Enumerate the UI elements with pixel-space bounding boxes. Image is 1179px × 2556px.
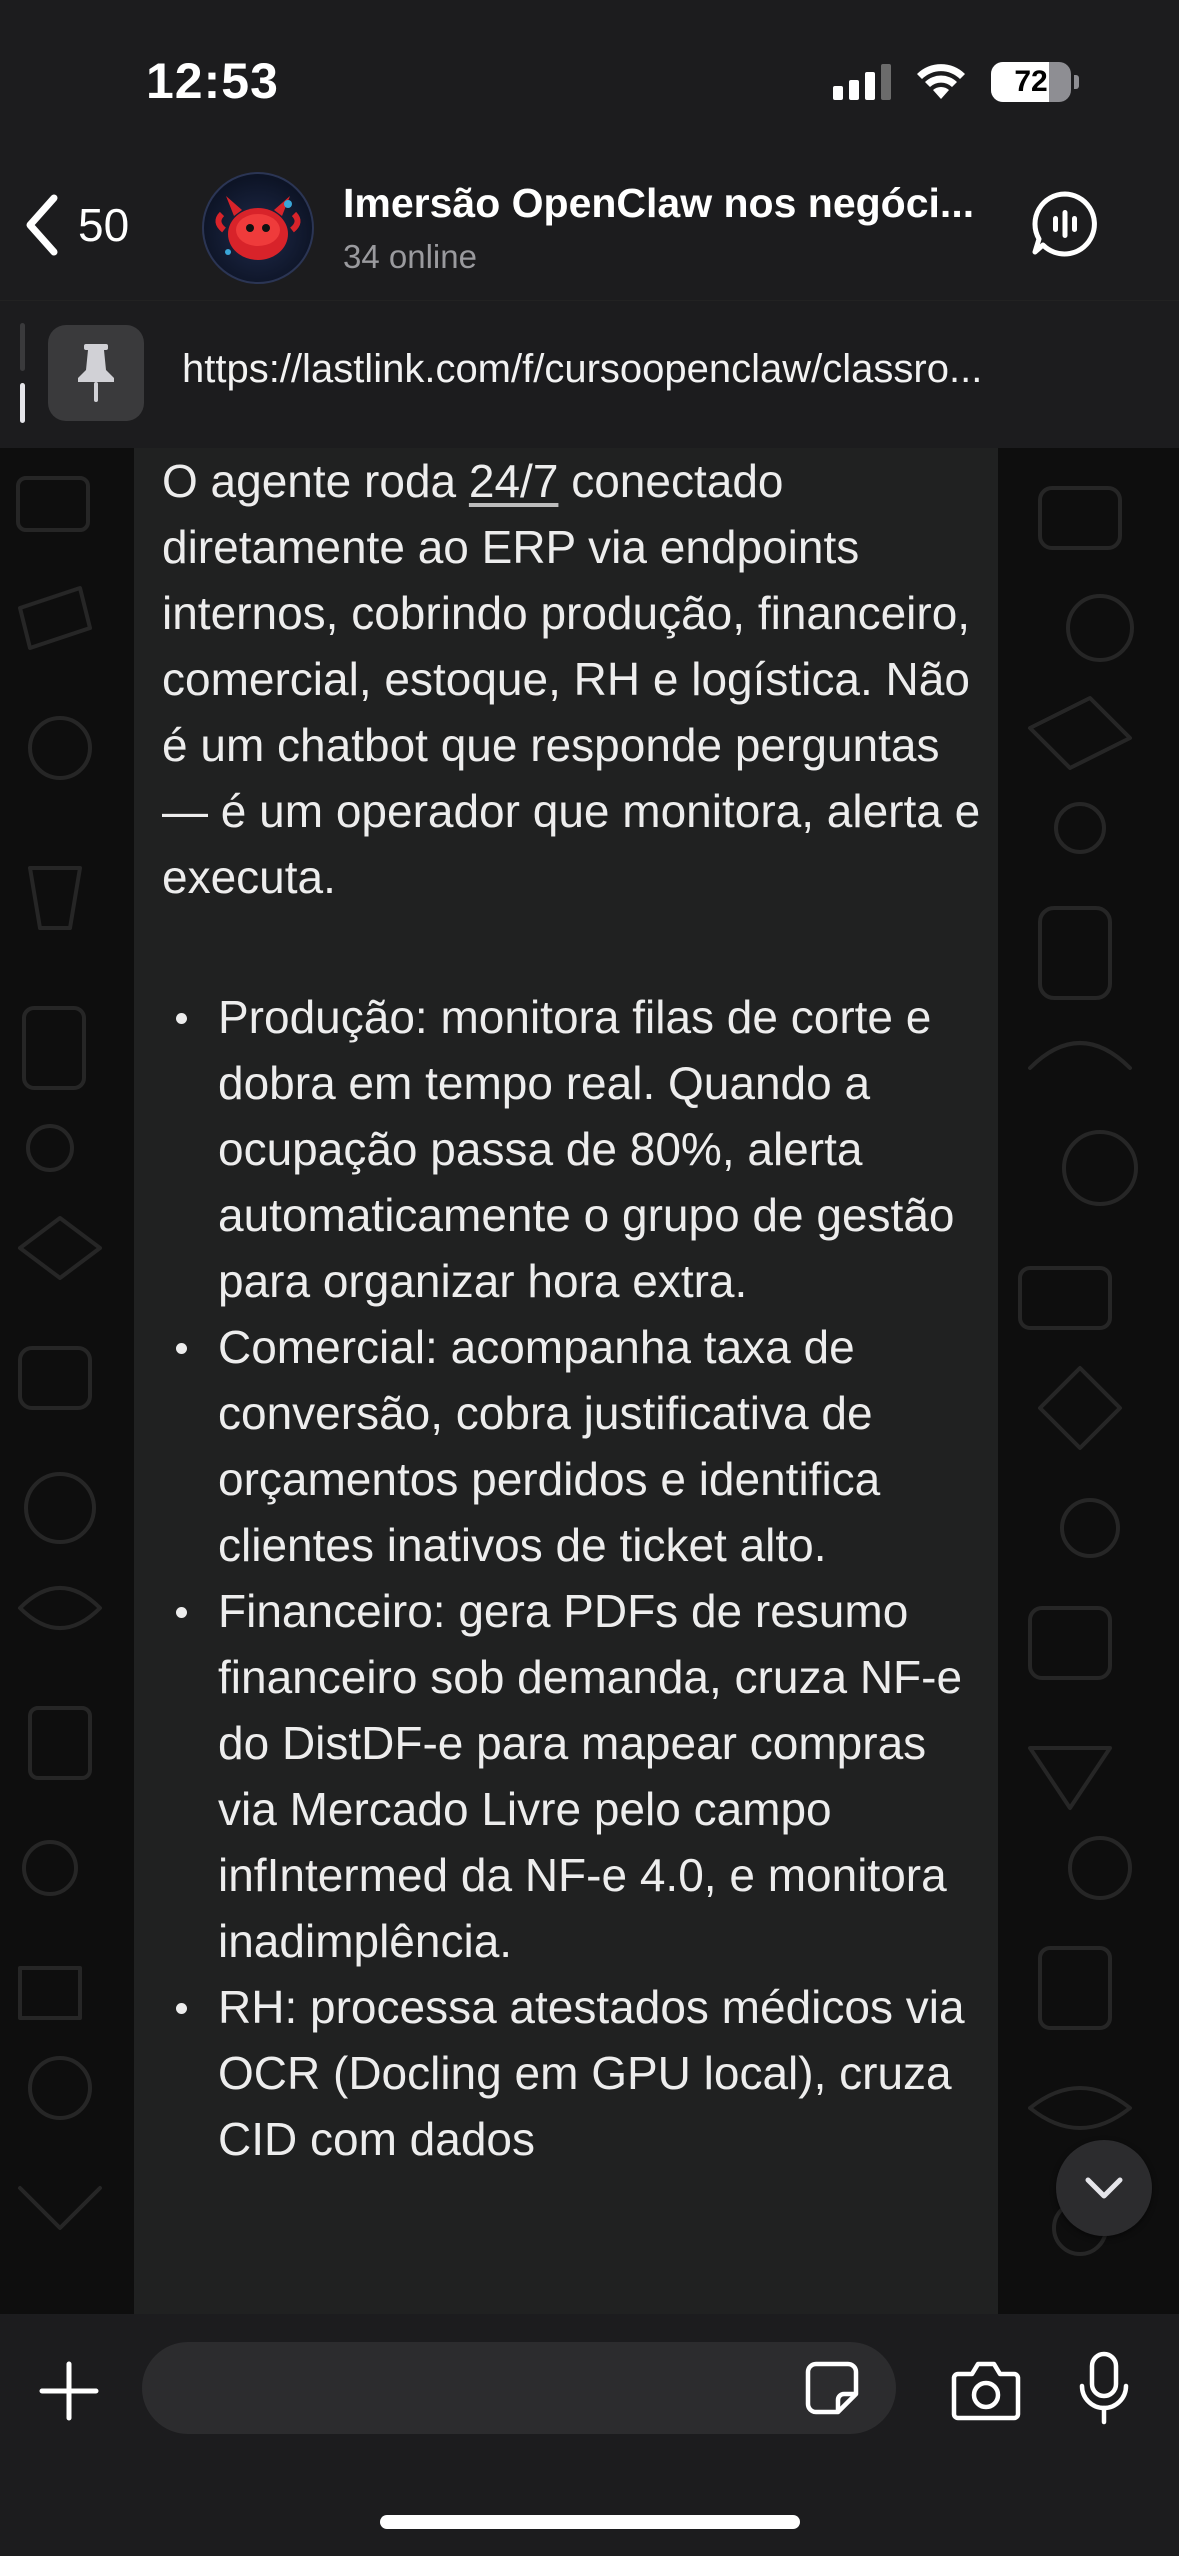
bullet-item-rh: RH: processa atestados médicos via OCR (… bbox=[162, 1974, 982, 2172]
pinned-message-bar[interactable]: https://lastlink.com/f/cursoopenclaw/cla… bbox=[0, 300, 1179, 449]
status-bar: 12:53 72 bbox=[0, 0, 1179, 150]
chat-area[interactable]: O agente roda 24/7 conectado diretamente… bbox=[0, 448, 1179, 2314]
plus-icon bbox=[39, 2361, 99, 2421]
battery-tip bbox=[1074, 75, 1079, 89]
voice-message-button[interactable] bbox=[1076, 2350, 1132, 2426]
back-button[interactable]: 50 bbox=[22, 194, 129, 256]
chevron-left-icon bbox=[26, 194, 58, 256]
voice-chat-icon bbox=[1032, 191, 1097, 257]
pinned-indicator bbox=[20, 323, 25, 423]
link-24-7[interactable]: 24/7 bbox=[469, 455, 559, 507]
online-count: 34 online bbox=[343, 238, 477, 275]
cellular-signal-icon bbox=[833, 64, 891, 100]
home-indicator bbox=[380, 2515, 800, 2529]
message-text: O agente roda 24/7 conectado diretamente… bbox=[162, 448, 982, 2172]
sticker-button[interactable] bbox=[802, 2358, 862, 2418]
intro-text-rest: conectado diretamente ao ERP via endpoin… bbox=[162, 455, 981, 903]
message-bubble[interactable]: O agente roda 24/7 conectado diretamente… bbox=[134, 448, 998, 2314]
group-avatar[interactable] bbox=[202, 172, 314, 284]
scroll-to-bottom-button[interactable] bbox=[1056, 2140, 1152, 2236]
pin-icon bbox=[78, 344, 114, 402]
battery-percent: 72 bbox=[1014, 65, 1048, 98]
battery-icon: 72 bbox=[991, 62, 1071, 102]
message-intro: O agente roda 24/7 conectado diretamente… bbox=[162, 448, 982, 910]
voice-chat-button[interactable] bbox=[1029, 188, 1101, 260]
red-creature-avatar-icon bbox=[215, 196, 301, 260]
status-time: 12:53 bbox=[146, 53, 279, 109]
bullet-item-producao: Produção: monitora filas de corte e dobr… bbox=[162, 984, 982, 1314]
message-input[interactable] bbox=[142, 2342, 896, 2434]
camera-button[interactable] bbox=[950, 2358, 1022, 2422]
sticker-icon bbox=[805, 2361, 859, 2415]
microphone-icon bbox=[1079, 2351, 1129, 2425]
intro-text-start: O agente roda bbox=[162, 455, 469, 507]
bullet-item-comercial: Comercial: acompanha taxa de conversão, … bbox=[162, 1314, 982, 1578]
group-title[interactable]: Imersão OpenClaw nos negóci... bbox=[343, 180, 974, 227]
bullet-list: Produção: monitora filas de corte e dobr… bbox=[162, 984, 982, 2172]
pinned-link-text[interactable]: https://lastlink.com/f/cursoopenclaw/cla… bbox=[182, 347, 1122, 392]
wifi-icon bbox=[917, 64, 965, 99]
attach-button[interactable] bbox=[36, 2358, 102, 2424]
battery-indicator: 72 bbox=[991, 62, 1079, 102]
chat-header: 50 Imersão OpenClaw nos negóci... 34 onl… bbox=[0, 150, 1179, 300]
camera-icon bbox=[951, 2361, 1021, 2421]
chevron-down-icon bbox=[1085, 2177, 1123, 2199]
chat-screen: 12:53 72 50 Imersão OpenClaw nos negóci.… bbox=[0, 0, 1179, 2556]
status-indicators: 72 bbox=[833, 62, 1079, 102]
unread-count: 50 bbox=[78, 199, 130, 251]
message-input-bar bbox=[0, 2314, 1179, 2556]
pin-icon-box bbox=[48, 325, 144, 421]
bullet-item-financeiro: Financeiro: gera PDFs de resumo financei… bbox=[162, 1578, 982, 1974]
